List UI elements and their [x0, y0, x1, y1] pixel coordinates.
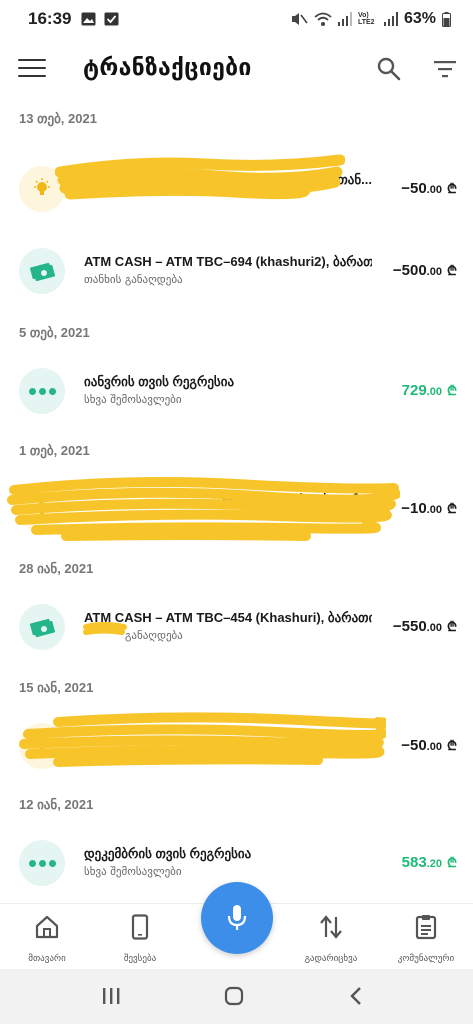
transaction-title: ATM CASH – ATM TBC–454 (Khashuri), ბარათ… — [84, 610, 372, 625]
search-icon[interactable] — [376, 56, 402, 82]
transaction-amount: −500.00 ₾ — [392, 262, 457, 279]
gallery-icon — [81, 12, 96, 26]
transaction-title: იანვრის თვის რეგრესია — [84, 374, 235, 389]
transaction-row[interactable]: იანვრის თვის რეგრესია სხვა შემოსავლები 7… — [0, 355, 473, 427]
more-dots-icon — [28, 387, 56, 395]
transaction-row[interactable]: MC (ტრანსაქციის თარ... −10.00 ₾ — [0, 473, 473, 545]
nav-topup[interactable]: შევსება — [100, 914, 180, 965]
transaction-amount: 583.20 ₾ — [401, 854, 457, 871]
nav-utilities[interactable]: კომუნალური — [386, 914, 466, 965]
transaction-title: ATM CASH – ATM TBC–694 (khashuri2), ბარა… — [84, 254, 372, 269]
battery-percent: 63% — [403, 10, 436, 27]
transaction-amount: −550.00 ₾ — [392, 618, 457, 635]
bulb-icon — [37, 502, 47, 515]
app-header: ტრანზაქციები — [0, 40, 473, 98]
home-icon — [35, 915, 59, 939]
voice-fab-button[interactable] — [201, 882, 273, 954]
date-header: 1 თებ, 2021 — [19, 443, 90, 458]
system-navigation-bar — [0, 969, 473, 1024]
transaction-subtitle: სხვა შემოსავლები — [84, 393, 182, 406]
transaction-row[interactable]: ... −50.00 ₾ — [0, 710, 473, 782]
cash-icon — [30, 262, 55, 281]
date-header: 15 იან, 2021 — [19, 680, 94, 695]
date-header: 28 იან, 2021 — [19, 561, 94, 576]
signal-2-icon — [383, 12, 398, 26]
transaction-avatar — [19, 604, 65, 650]
nav-transfer[interactable]: გადარიცხვა — [291, 914, 371, 965]
wifi-icon — [314, 12, 332, 26]
network-label: Vo) LTE2 — [357, 12, 375, 26]
check-notification-icon — [104, 12, 119, 26]
battery-icon — [442, 11, 451, 27]
nav-utilities-label: კომუნალური — [397, 954, 455, 964]
date-header: 12 იან, 2021 — [19, 797, 94, 812]
nav-home[interactable]: მთავარი — [7, 914, 87, 965]
signal-icon — [337, 12, 352, 26]
transaction-avatar — [19, 248, 65, 294]
transaction-amount: −10.00 ₾ — [401, 500, 457, 517]
transaction-subtitle: განაღდება — [125, 629, 183, 642]
hamburger-menu-icon[interactable] — [18, 59, 46, 79]
back-icon[interactable] — [348, 986, 364, 1006]
cash-icon — [30, 618, 55, 637]
transaction-avatar — [19, 723, 65, 769]
transaction-amount: −50.00 ₾ — [401, 737, 457, 754]
transaction-avatar — [19, 368, 65, 414]
status-time: 16:39 — [28, 9, 72, 28]
transfer-icon — [320, 915, 342, 939]
transaction-row[interactable]: ATM CASH – ATM TBC–454 (Khashuri), ბარათ… — [0, 591, 473, 663]
nav-home-label: მთავარი — [28, 954, 66, 964]
transaction-title: დეკემბრის თვის რეგრესია — [84, 846, 252, 861]
mute-icon — [291, 13, 308, 25]
bulb-icon — [37, 739, 47, 752]
status-bar: 16:39 Vo) LTE2 63% — [0, 0, 473, 38]
bulb-icon — [34, 178, 50, 195]
transaction-avatar — [19, 840, 65, 886]
transaction-title: თან... — [337, 172, 372, 187]
date-header: 13 თებ, 2021 — [19, 111, 97, 126]
date-header: 5 თებ, 2021 — [19, 325, 90, 340]
transaction-avatar — [19, 166, 65, 212]
page-title: ტრანზაქციები — [83, 55, 252, 81]
more-dots-icon — [28, 859, 56, 867]
transaction-amount: 729.00 ₾ — [401, 382, 457, 399]
transaction-subtitle: თანხის განაღდება — [84, 273, 183, 286]
nav-transfer-label: გადარიცხვა — [304, 954, 358, 964]
filter-icon[interactable] — [432, 58, 458, 80]
phone-icon — [131, 914, 149, 940]
transaction-row[interactable]: თან... −50.00 ₾ — [0, 153, 473, 225]
transaction-avatar — [19, 486, 65, 532]
transaction-title: ... — [361, 729, 372, 744]
transaction-amount: −50.00 ₾ — [401, 180, 457, 197]
transaction-title: MC (ტრანსაქციის თარ... — [222, 492, 372, 507]
home-button-icon[interactable] — [224, 986, 244, 1006]
clipboard-icon — [415, 915, 437, 940]
transaction-row[interactable]: ATM CASH – ATM TBC–694 (khashuri2), ბარა… — [0, 235, 473, 307]
nav-topup-label: შევსება — [123, 954, 157, 964]
microphone-icon — [227, 905, 247, 930]
recent-apps-icon[interactable] — [101, 986, 121, 1006]
transaction-subtitle: სხვა შემოსავლები — [84, 865, 182, 878]
